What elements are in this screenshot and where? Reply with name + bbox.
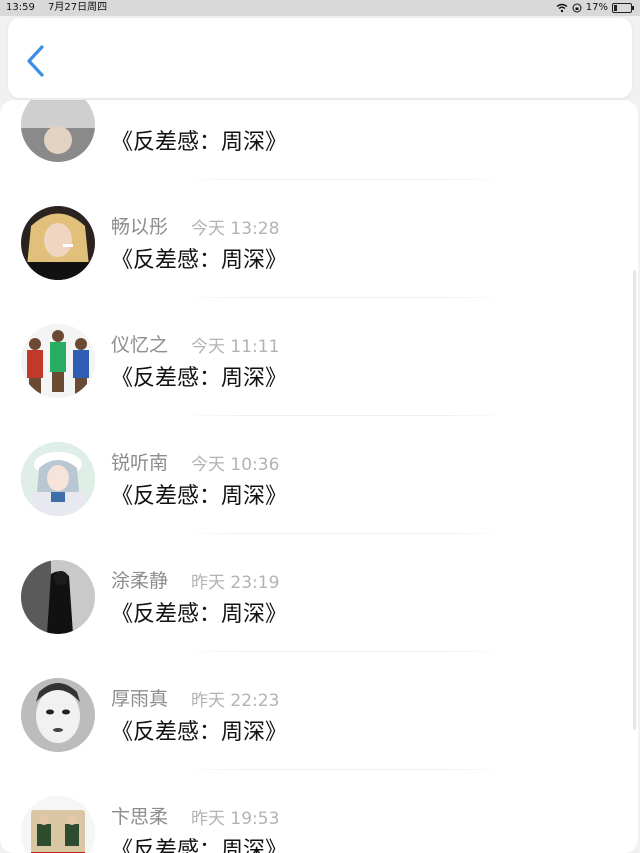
message-title: 《反差感：周深》 [111, 838, 288, 853]
message-title: 《反差感：周深》 [111, 366, 288, 391]
sender-name: 仪忆之 [111, 334, 169, 356]
sender-name: 涂柔静 [111, 570, 169, 592]
avatar [21, 796, 95, 853]
status-time: 13:59 [6, 2, 35, 13]
avatar-image [21, 560, 95, 634]
avatar-image [21, 678, 95, 752]
battery-percent: 17% [585, 2, 608, 13]
message-time: 今天 10:36 [191, 455, 280, 475]
avatar [21, 324, 95, 398]
list-item[interactable]: 厚雨真 昨天 22:23 《反差感：周深》 [0, 652, 638, 770]
message-time: 今天 13:28 [191, 219, 280, 239]
avatar-image [21, 206, 95, 280]
rotation-lock-icon [572, 3, 582, 13]
message-list-panel[interactable]: 《反差感：周深》 畅以彤 今天 13:28 《反差感：周深》 仪忆之 今天 11… [0, 100, 638, 853]
avatar [21, 678, 95, 752]
header-bar [8, 18, 632, 98]
list-item[interactable]: 仪忆之 今天 11:11 《反差感：周深》 [0, 298, 638, 416]
sender-name: 锐听南 [111, 452, 169, 474]
battery-icon [612, 3, 634, 13]
list-item[interactable]: 卞思柔 昨天 19:53 《反差感：周深》 [0, 770, 638, 853]
message-list: 《反差感：周深》 畅以彤 今天 13:28 《反差感：周深》 仪忆之 今天 11… [0, 100, 638, 853]
message-time: 昨天 22:23 [191, 691, 280, 711]
wifi-icon [556, 3, 568, 13]
avatar [21, 560, 95, 634]
message-title: 《反差感：周深》 [111, 248, 288, 273]
avatar-image [21, 442, 95, 516]
sender-name: 厚雨真 [111, 688, 169, 710]
list-item[interactable]: 锐听南 今天 10:36 《反差感：周深》 [0, 416, 638, 534]
message-title: 《反差感：周深》 [111, 602, 288, 627]
status-left: 13:59 7月27日周四 [6, 0, 117, 16]
avatar [21, 442, 95, 516]
avatar-image [21, 324, 95, 398]
avatar [21, 206, 95, 280]
avatar [21, 100, 95, 162]
status-bar: 13:59 7月27日周四 17% [0, 0, 640, 16]
chevron-left-icon[interactable] [22, 44, 50, 78]
avatar-image [21, 796, 95, 853]
avatar-image [21, 100, 95, 162]
list-item[interactable]: 涂柔静 昨天 23:19 《反差感：周深》 [0, 534, 638, 652]
message-title: 《反差感：周深》 [111, 484, 288, 509]
message-time: 昨天 19:53 [191, 809, 280, 829]
message-time: 昨天 23:19 [191, 573, 280, 593]
message-title: 《反差感：周深》 [111, 130, 288, 155]
message-time: 今天 11:11 [191, 337, 280, 357]
status-right: 17% [556, 0, 634, 16]
scrollbar[interactable] [633, 270, 636, 730]
status-date: 7月27日周四 [48, 2, 108, 13]
list-item[interactable]: 畅以彤 今天 13:28 《反差感：周深》 [0, 180, 638, 298]
sender-name: 畅以彤 [111, 216, 169, 238]
list-item[interactable]: 《反差感：周深》 [0, 100, 638, 180]
message-title: 《反差感：周深》 [111, 720, 288, 745]
sender-name: 卞思柔 [111, 806, 169, 828]
